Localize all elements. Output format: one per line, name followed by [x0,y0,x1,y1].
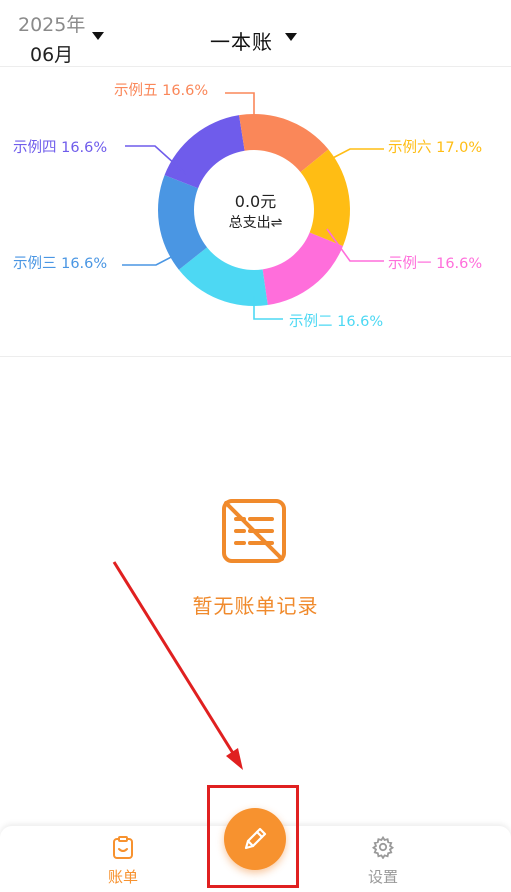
nav-label-bills: 账单 [107,868,138,886]
nav-item-bills[interactable]: 账单 [63,826,183,892]
nav-label-settings: 设置 [367,868,398,886]
annotation-arrow [112,561,243,770]
nav-item-settings[interactable]: 设置 [323,826,443,892]
clipboard-icon [113,836,133,859]
gear-icon [371,835,395,859]
highlight-box [207,785,299,888]
